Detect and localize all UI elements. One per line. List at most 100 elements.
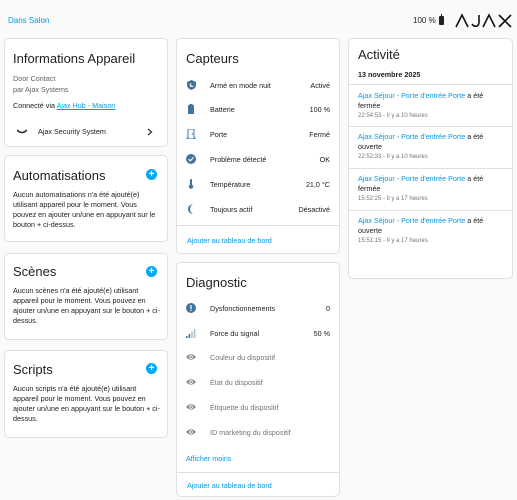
top-bar: Dans Salon 100 % [0,0,517,38]
show-less-button[interactable]: Afficher moins [186,454,231,464]
divider [177,225,339,226]
sensor-row-temperature[interactable]: Température 21,0 °C [177,172,339,196]
battery-icon [186,104,196,114]
eye-icon [186,427,196,437]
diagnostic-label: État du dispositif [210,377,263,387]
sensor-row-problem[interactable]: Problème détecté OK [177,147,339,171]
integration-row[interactable]: Ajax Security System [5,122,167,142]
alert-circle-icon [186,303,196,313]
connected-via-label: Connecté via [13,101,57,110]
diagnostic-row-malfunctions[interactable]: Dysfonctionnements 0 [177,296,339,320]
diagnostic-label: Dysfonctionnements [210,303,276,313]
add-scene-button[interactable]: + [146,266,157,277]
sensor-value: 21,0 °C [305,179,330,189]
ajax-integration-icon [17,129,27,134]
automations-card: Automatisations + Aucun automatisations … [4,155,168,242]
divider [349,84,512,85]
diagnostic-row-color[interactable]: Couleur du dispositif [177,345,339,369]
sensor-row-door[interactable]: Porte Fermé [177,122,339,146]
sensor-label: Porte [210,129,228,139]
sensor-label: Toujours actif [210,204,253,214]
eye-icon [186,377,196,387]
divider [349,126,512,127]
automations-empty-text: Aucun automatisations n'a été ajouté(e) … [13,190,156,229]
sensor-row-armed-night[interactable]: Armé en mode nuit Activé [177,73,339,97]
ajax-logo [455,13,512,28]
diagnostic-label: Couleur du dispositif [210,352,276,362]
eye-icon [186,402,196,412]
sensor-label: Problème détecté [210,154,267,164]
diagnostic-card: Diagnostic Dysfonctionnements 0 Force du… [176,262,340,497]
battery-level: 100 % [413,16,436,25]
activity-entry: Ajax Séjour - Porte d'entrée Porte a été… [358,91,503,121]
sensor-value: Désactivé [298,204,330,214]
add-automation-button[interactable]: + [146,169,157,180]
battery-icon [438,14,444,25]
sensor-value: Fermé [309,129,330,139]
sensors-add-to-dashboard-link[interactable]: Ajouter au tableau de bord [187,236,272,246]
divider [349,168,512,169]
diagnostic-title: Diagnostic [186,275,247,290]
diagnostic-add-to-dashboard-link[interactable]: Ajouter au tableau de bord [187,481,272,491]
activity-entity-link[interactable]: Ajax Séjour - Porte d'entrée Porte [358,174,465,183]
eye-icon [186,352,196,362]
connected-via: Connecté via Ajax Hub - Maison [13,101,115,111]
diagnostic-row-state[interactable]: État du dispositif [177,370,339,394]
sensors-card: Capteurs Armé en mode nuit Activé Batter… [176,38,340,254]
diagnostic-row-marketing-id[interactable]: ID marketing du dispositif [177,420,339,444]
sensor-label: Batterie [210,104,235,114]
scripts-card: Scripts + Aucun scripts n'a été ajouté(e… [4,350,168,438]
chevron-right-icon [147,128,153,136]
scripts-empty-text: Aucun scripts n'a été ajouté(e) utilisan… [13,384,160,423]
sensor-value: 100 % [309,104,330,114]
diagnostic-value: 50 % [313,328,330,338]
diagnostic-label: Étiquette du dispositif [210,402,279,412]
sensors-title: Capteurs [186,51,239,66]
activity-entry: Ajax Séjour - Porte d'entrée Porte a été… [358,132,503,162]
activity-entity-link[interactable]: Ajax Séjour - Porte d'entrée Porte [358,91,465,100]
activity-timestamp: 15:51:15 - Il y a 17 heures [358,238,428,244]
diagnostic-label: ID marketing du dispositif [210,427,291,437]
activity-entity-link[interactable]: Ajax Séjour - Porte d'entrée Porte [358,216,465,225]
diagnostic-label: Force du signal [210,328,260,338]
scenes-empty-text: Aucun scènes n'a été ajouté(e) utilisant… [13,286,160,325]
divider [177,472,339,473]
scenes-title: Scènes [13,264,57,279]
add-script-button[interactable]: + [146,363,157,374]
activity-entry: Ajax Séjour - Porte d'entrée Porte a été… [358,216,503,246]
check-circle-icon [186,154,196,164]
device-info-card: Informations Appareil Door Contact par A… [4,38,168,147]
moon-icon [186,204,196,214]
automations-title: Automatisations [13,168,106,183]
activity-timestamp: 22:52:33 - Il y a 10 heures [358,154,428,160]
scripts-title: Scripts [13,362,53,377]
device-model: Door Contact [13,74,56,83]
activity-entity-link[interactable]: Ajax Séjour - Porte d'entrée Porte [358,132,465,141]
activity-entry: Ajax Séjour - Porte d'entrée Porte a été… [358,174,503,204]
device-info-title: Informations Appareil [13,51,136,66]
door-icon [186,129,196,139]
sensor-row-always-active[interactable]: Toujours actif Désactivé [177,197,339,221]
activity-timestamp: 15:52:25 - Il y a 17 heures [358,196,428,202]
activity-timestamp: 22:54:53 - Il y a 10 heures [358,113,428,119]
diagnostic-value: 0 [326,303,330,313]
diagnostic-row-tag[interactable]: Étiquette du dispositif [177,395,339,419]
scenes-card: Scènes + Aucun scènes n'a été ajouté(e) … [4,253,168,340]
signal-icon [186,328,196,338]
sensor-label: Armé en mode nuit [210,80,271,90]
sensor-value: Activé [310,80,330,90]
hub-link[interactable]: Ajax Hub - Maison [57,101,116,110]
activity-card: Activité 13 novembre 2025 Ajax Séjour - … [348,38,513,279]
sensor-value: OK [319,154,330,164]
divider [349,210,512,211]
activity-date: 13 novembre 2025 [358,70,421,79]
device-manufacturer: par Ajax Systems [13,85,69,94]
activity-title: Activité [358,47,400,62]
battery-status: 100 % [413,14,444,25]
shield-moon-icon [186,80,196,90]
thermometer-icon [186,179,196,189]
sensor-row-battery[interactable]: Batterie 100 % [177,97,339,121]
breadcrumb-area-link[interactable]: Dans Salon [8,16,49,25]
sensor-label: Température [210,179,251,189]
diagnostic-row-signal[interactable]: Force du signal 50 % [177,321,339,345]
